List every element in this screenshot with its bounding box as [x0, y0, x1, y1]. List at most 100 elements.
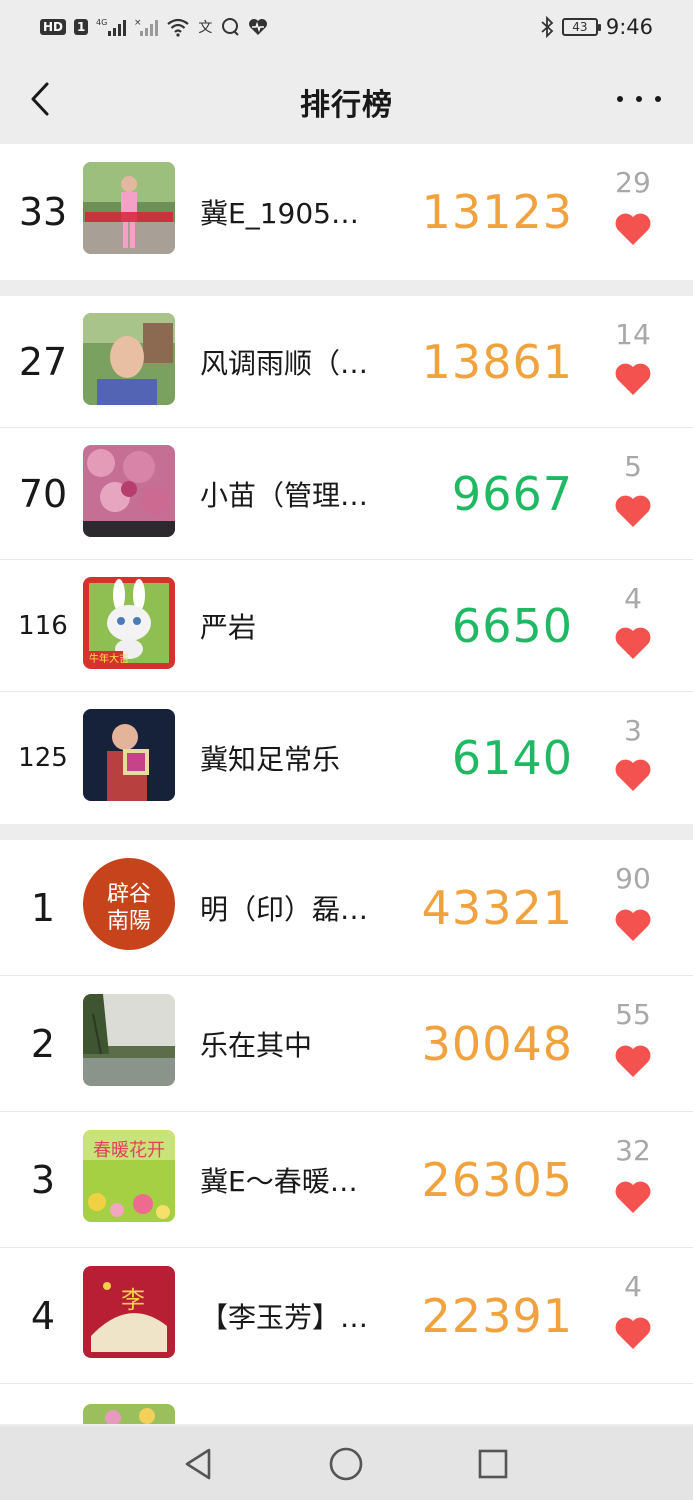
user-name: 明（印）磊…	[200, 893, 369, 926]
avatar[interactable]: 辟谷 南陽	[83, 858, 175, 950]
svg-text:李: 李	[121, 1286, 145, 1314]
status-left: HD 1 4G × 文	[40, 17, 268, 37]
user-name: 乐在其中	[200, 1029, 313, 1062]
avatar[interactable]: 牛年大吉	[83, 577, 175, 669]
ranking-row[interactable]: 3 春暖花开冀E～春暖… 26305 32	[0, 1112, 693, 1248]
avatar[interactable]	[83, 994, 175, 1086]
step-count: 9667	[451, 467, 573, 521]
avatar[interactable]	[83, 1404, 175, 1424]
ranking-section: 33 冀E_1905… 13123 29	[0, 144, 693, 280]
rank-number: 2	[30, 1022, 56, 1066]
nav-bar: 排行榜	[0, 54, 693, 144]
like-count: 4	[624, 582, 642, 615]
more-button[interactable]	[617, 84, 661, 114]
health-heart-icon	[249, 19, 268, 35]
rank-number: 116	[18, 611, 68, 641]
like-count: 55	[615, 998, 651, 1031]
system-back-button[interactable]	[178, 1444, 218, 1484]
rank-number: 27	[18, 340, 68, 384]
avatar[interactable]	[83, 709, 175, 801]
rank-number: 3	[30, 1158, 56, 1202]
step-count: 6140	[451, 731, 573, 785]
signal-2-icon: ×	[134, 18, 159, 36]
bluetooth-icon	[541, 16, 554, 38]
like-heart-icon[interactable]	[614, 908, 652, 942]
page-title: 排行榜	[300, 88, 393, 123]
ranking-list: 33 冀E_1905… 13123 29 27 风调雨顺（… 13861 14 70 小苗（管理……	[0, 144, 693, 1440]
clock: 9:46	[605, 15, 653, 39]
svg-text:牛年大吉: 牛年大吉	[89, 652, 129, 665]
user-name: 严岩	[200, 611, 257, 644]
like-heart-icon[interactable]	[614, 626, 652, 660]
step-count: 13123	[421, 185, 573, 239]
sim-badge: 1	[74, 19, 89, 35]
like-heart-icon[interactable]	[614, 1044, 652, 1078]
hd-badge: HD	[40, 19, 67, 35]
like-count: 4	[624, 1270, 642, 1303]
step-count: 22391	[421, 1289, 573, 1343]
ranking-row-partial[interactable]	[0, 1384, 693, 1424]
avatar[interactable]	[83, 162, 175, 254]
chat-bubble-icon	[222, 18, 240, 36]
step-count: 30048	[421, 1017, 573, 1071]
step-count: 6650	[451, 599, 573, 653]
more-dot-icon	[636, 96, 642, 102]
ranking-row[interactable]: 4 李【李玉芳】… 22391 4	[0, 1248, 693, 1384]
rank-number: 4	[30, 1294, 56, 1338]
like-heart-icon[interactable]	[614, 212, 652, 246]
user-name: 冀E～春暖…	[200, 1165, 358, 1198]
like-heart-icon[interactable]	[614, 362, 652, 396]
avatar[interactable]: 李	[83, 1266, 175, 1358]
system-recents-button[interactable]	[473, 1444, 513, 1484]
status-bar: HD 1 4G × 文 43 9:46	[0, 0, 693, 54]
wifi-icon	[167, 18, 190, 37]
user-name: 冀知足常乐	[200, 743, 341, 776]
back-triangle-icon	[185, 1448, 211, 1480]
system-navigation-bar	[0, 1426, 693, 1500]
recents-square-icon	[478, 1449, 508, 1479]
more-dot-icon	[655, 96, 661, 102]
like-count: 90	[615, 862, 651, 895]
ranking-row[interactable]: 70 小苗（管理… 9667 5	[0, 428, 693, 560]
ranking-row[interactable]: 1 辟谷 南陽 明（印）磊… 43321 90	[0, 840, 693, 976]
ranking-row[interactable]: 125 冀知足常乐 6140 3	[0, 692, 693, 824]
svg-text:春暖花开: 春暖花开	[93, 1140, 165, 1161]
svg-text:4G: 4G	[96, 18, 107, 27]
system-home-button[interactable]	[326, 1444, 366, 1484]
like-heart-icon[interactable]	[614, 494, 652, 528]
battery-indicator: 43	[561, 18, 601, 36]
translate-icon: 文	[198, 20, 213, 36]
ranking-row[interactable]: 27 风调雨顺（… 13861 14	[0, 296, 693, 428]
like-heart-icon[interactable]	[614, 1316, 652, 1350]
avatar[interactable]	[83, 445, 175, 537]
avatar[interactable]	[83, 313, 175, 405]
user-name: 风调雨顺（…	[200, 347, 369, 380]
svg-text:辟谷: 辟谷	[107, 882, 151, 907]
ranking-row[interactable]: 33 冀E_1905… 13123 29	[0, 144, 693, 280]
like-count: 5	[624, 450, 642, 483]
step-count: 43321	[421, 881, 573, 935]
home-circle-icon	[329, 1447, 363, 1481]
like-heart-icon[interactable]	[614, 1180, 652, 1214]
user-name: 【李玉芳】…	[200, 1301, 369, 1334]
rank-number: 33	[18, 190, 68, 234]
like-count: 32	[615, 1134, 651, 1167]
ranking-row[interactable]: 116 牛年大吉 严岩 6650 4	[0, 560, 693, 692]
more-dot-icon	[617, 96, 623, 102]
step-count: 26305	[421, 1153, 573, 1207]
avatar[interactable]: 春暖花开	[83, 1130, 175, 1222]
ranking-section: 27 风调雨顺（… 13861 14 70 小苗（管理… 9667 5 116 牛年大吉 严岩 665…	[0, 296, 693, 824]
like-count: 29	[615, 166, 651, 199]
svg-text:南陽: 南陽	[107, 909, 151, 934]
status-right: 43 9:46	[540, 15, 653, 39]
like-heart-icon[interactable]	[614, 758, 652, 792]
ranking-section: 1 辟谷 南陽 明（印）磊… 43321 90 2 乐在其中 30048 55 3 春暖花开 冀E～春暖…	[0, 840, 693, 1424]
like-count: 3	[624, 714, 642, 747]
rank-number: 1	[30, 886, 56, 930]
user-name: 冀E_1905…	[200, 197, 359, 230]
rank-number: 125	[18, 743, 68, 773]
svg-text:×: ×	[134, 18, 142, 28]
ranking-row[interactable]: 2 乐在其中 30048 55	[0, 976, 693, 1112]
signal-icon: 4G	[96, 18, 127, 36]
step-count: 13861	[421, 335, 573, 389]
